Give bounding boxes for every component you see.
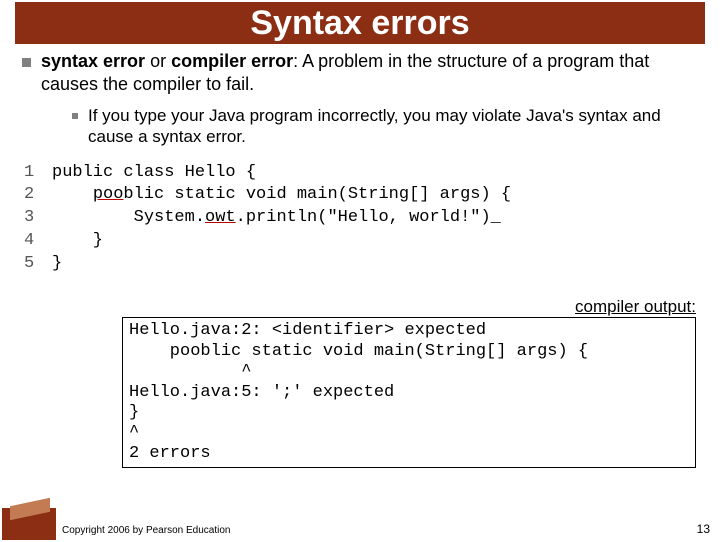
code-line: 5 }	[22, 253, 702, 276]
line-number: 3	[22, 207, 52, 230]
code-block: 1 public class Hello { 2 pooblic static …	[22, 162, 702, 277]
decorative-corner-icon	[2, 508, 56, 540]
bullet-level-2: If you type your Java program incorrectl…	[72, 105, 702, 148]
code-line: 1 public class Hello {	[22, 162, 702, 185]
bullet-level-1: syntax error or compiler error: A proble…	[22, 50, 702, 95]
code-text: }	[52, 230, 702, 253]
code-pre: }	[52, 254, 62, 273]
code-line: 2 pooblic static void main(String[] args…	[22, 184, 702, 207]
code-pre: public class Hello {	[52, 163, 256, 182]
bullet-text: syntax error or compiler error: A proble…	[41, 50, 702, 95]
code-err: poo	[93, 185, 124, 204]
code-text: System.owt.println("Hello, world!")_	[52, 207, 702, 230]
line-number: 4	[22, 230, 52, 253]
compiler-output-box: Hello.java:2: <identifier> expected poob…	[122, 317, 696, 468]
subbullet-text: If you type your Java program incorrectl…	[88, 105, 702, 148]
bullet-or: or	[145, 51, 171, 71]
code-pre: System.	[52, 208, 205, 227]
term-compiler-error: compiler error	[171, 51, 293, 71]
square-bullet-icon	[22, 58, 31, 67]
code-line: 3 System.owt.println("Hello, world!")_	[22, 207, 702, 230]
code-post: blic static void main(String[] args) {	[123, 185, 511, 204]
code-pre: }	[52, 231, 103, 250]
code-text: }	[52, 253, 702, 276]
code-post: .println("Hello, world!")_	[236, 208, 501, 227]
page-number: 13	[697, 522, 710, 536]
title-banner: Syntax errors	[15, 2, 705, 44]
line-number: 5	[22, 253, 52, 276]
term-syntax-error: syntax error	[41, 51, 145, 71]
output-label: compiler output:	[22, 296, 696, 317]
slide: Syntax errors syntax error or compiler e…	[0, 2, 720, 542]
square-bullet-small-icon	[72, 113, 78, 119]
code-err: owt	[205, 208, 236, 227]
content-area: syntax error or compiler error: A proble…	[0, 50, 720, 468]
code-line: 4 }	[22, 230, 702, 253]
line-number: 2	[22, 184, 52, 207]
line-number: 1	[22, 162, 52, 185]
code-text: public class Hello {	[52, 162, 702, 185]
slide-title: Syntax errors	[15, 4, 705, 43]
code-pre	[52, 185, 93, 204]
copyright-footer: Copyright 2006 by Pearson Education	[62, 525, 230, 536]
code-text: pooblic static void main(String[] args) …	[52, 184, 702, 207]
